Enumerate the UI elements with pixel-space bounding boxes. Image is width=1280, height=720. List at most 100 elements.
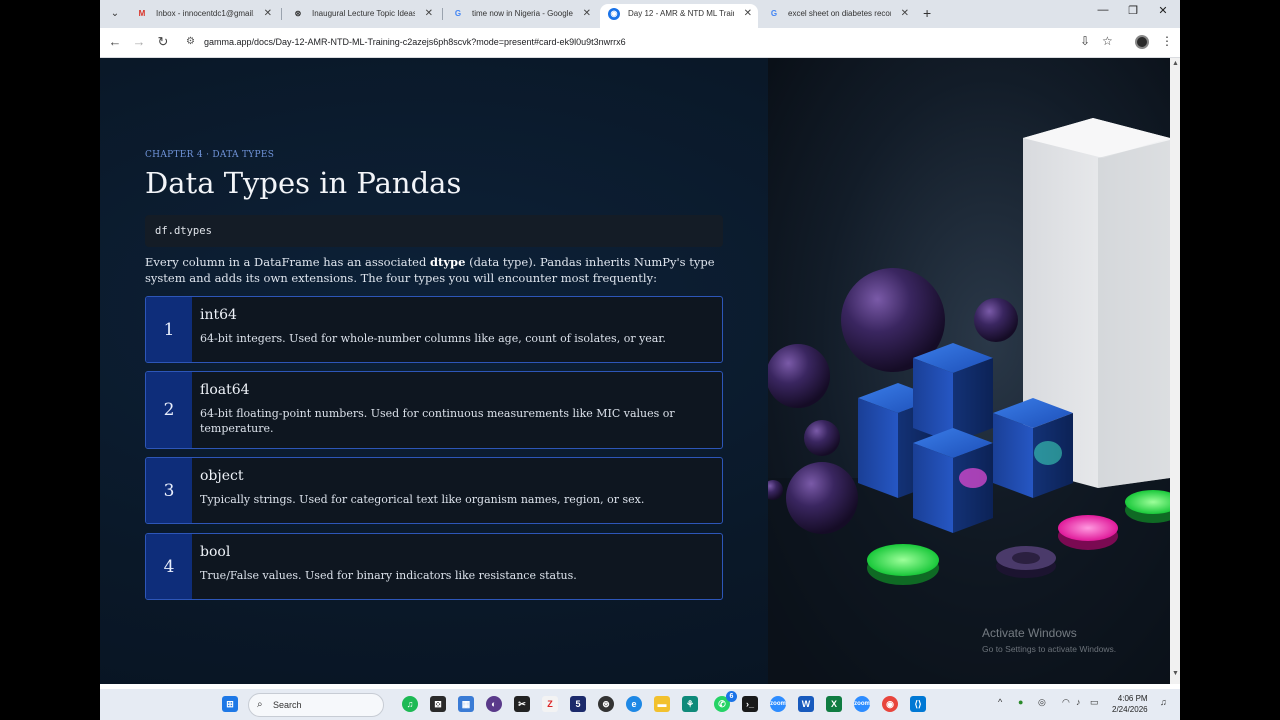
close-icon[interactable]: ✕ — [583, 4, 591, 24]
slide-title: Data Types in Pandas — [145, 166, 462, 200]
intro-paragraph: Every column in a DataFrame has an assoc… — [145, 255, 725, 286]
browser-window: ⌄ M Inbox - innocentdc1@gmail.com ✕ ⊛ In… — [100, 0, 1180, 720]
volume-icon[interactable]: ♪ — [1076, 697, 1081, 707]
battery-icon[interactable]: ▭ — [1090, 697, 1099, 708]
dtype-card-bool: 4 bool True/False values. Used for binar… — [145, 533, 723, 600]
chrome-icon[interactable]: ◉ — [882, 696, 898, 712]
tab-title: Day 12 - AMR & NTD ML Training — [628, 9, 734, 18]
address-bar[interactable]: ⚙ gamma.app/docs/Day-12-AMR-NTD-ML-Train… — [182, 31, 1082, 53]
bookmark-star-icon[interactable]: ☆ — [1102, 34, 1113, 48]
terminal-icon[interactable]: ›_ — [742, 696, 758, 712]
tab-excel-diabetes[interactable]: G excel sheet on diabetes record ✕ — [760, 4, 915, 28]
card-description: 64-bit integers. Used for whole-number c… — [200, 332, 666, 345]
scroll-up-icon[interactable]: ▲ — [1172, 60, 1179, 67]
forward-button[interactable]: → — [130, 34, 148, 49]
card-title: float64 — [200, 382, 250, 398]
minimize-button[interactable]: — — [1088, 4, 1118, 16]
zoom-icon[interactable]: zoom — [770, 696, 786, 712]
search-icon: ⌕ — [257, 699, 263, 710]
card-title: int64 — [200, 307, 237, 323]
card-description: Typically strings. Used for categorical … — [200, 493, 645, 506]
close-window-button[interactable]: ✕ — [1148, 4, 1178, 17]
security-icon[interactable]: ● — [1018, 697, 1023, 707]
scroll-down-icon[interactable]: ▼ — [1172, 670, 1179, 677]
profile-avatar[interactable] — [1135, 35, 1149, 49]
start-icon[interactable]: ⊞ — [222, 696, 238, 712]
card-description: True/False values. Used for binary indic… — [200, 569, 577, 582]
tab-strip: ⌄ M Inbox - innocentdc1@gmail.com ✕ ⊛ In… — [100, 0, 1180, 28]
whatsapp-badge: 6 — [726, 691, 737, 702]
clock-time: 4:06 PM — [1117, 694, 1148, 703]
app-network-icon[interactable]: ⚘ — [682, 696, 698, 712]
vscode-icon[interactable]: ⟨⟩ — [910, 696, 926, 712]
card-number: 4 — [146, 534, 192, 599]
dtype-card-float64: 2 float64 64-bit floating-point numbers.… — [145, 371, 723, 449]
clock-date: 2/24/2026 — [1112, 705, 1148, 714]
dtype-card-object: 3 object Typically strings. Used for cat… — [145, 457, 723, 524]
tab-title: Inbox - innocentdc1@gmail.com — [156, 9, 254, 18]
search-placeholder: Search — [273, 700, 302, 710]
tab-gmail[interactable]: M Inbox - innocentdc1@gmail.com ✕ — [128, 4, 278, 28]
app-z-icon[interactable]: Z — [542, 696, 558, 712]
tab-title: time now in Nigeria - Google Search — [472, 9, 573, 18]
activate-windows-subtext: Go to Settings to activate Windows. — [982, 644, 1117, 654]
tab-title: Inaugural Lecture Topic Ideas — [312, 9, 415, 18]
page-scrollbar[interactable]: ▲ ▼ — [1170, 58, 1180, 684]
spotify-icon[interactable]: ♫ — [402, 696, 418, 712]
chapter-label: CHAPTER 4 · DATA TYPES — [145, 150, 275, 160]
github-icon[interactable]: ◐ — [486, 696, 502, 712]
intro-text-start: Every column in a DataFrame has an assoc… — [145, 255, 431, 269]
taskbar-search[interactable]: ⌕ Search — [248, 693, 384, 717]
reload-button[interactable]: ↻ — [154, 34, 172, 50]
app-tray-icon[interactable]: ◎ — [1038, 697, 1046, 708]
tab-inaugural[interactable]: ⊛ Inaugural Lecture Topic Ideas ✕ — [284, 4, 439, 28]
system-clock[interactable]: 4:06 PM 2/24/2026 — [1112, 693, 1148, 715]
card-title: object — [200, 468, 244, 484]
site-info-icon[interactable]: ⚙ — [186, 31, 195, 53]
card-number: 3 — [146, 458, 192, 523]
dtype-card-int64: 1 int64 64-bit integers. Used for whole-… — [145, 296, 723, 363]
chatgpt-icon[interactable]: ⊛ — [598, 696, 614, 712]
url-text: gamma.app/docs/Day-12-AMR-NTD-ML-Trainin… — [204, 37, 626, 47]
notification-bell-icon[interactable]: ♫ — [1160, 697, 1167, 707]
zoom-icon[interactable]: zoom — [854, 696, 870, 712]
capcut-icon[interactable]: ✂ — [514, 696, 530, 712]
chatgpt-icon: ⊛ — [294, 9, 302, 18]
close-icon[interactable]: ✕ — [744, 4, 752, 24]
new-tab-button[interactable]: + — [923, 5, 931, 21]
back-button[interactable]: ← — [106, 34, 124, 49]
close-icon[interactable]: ✕ — [901, 4, 909, 24]
card-description: 64-bit floating-point numbers. Used for … — [200, 407, 675, 435]
close-icon[interactable]: ✕ — [425, 4, 433, 24]
tab-day12[interactable]: ◉ Day 12 - AMR & NTD ML Training ✕ — [600, 4, 758, 28]
install-app-icon[interactable]: ⇩ — [1080, 34, 1090, 48]
app-grid-icon[interactable]: ▦ — [458, 696, 474, 712]
data-blocks-illustration — [768, 58, 1170, 684]
card-title: bool — [200, 544, 231, 560]
presentation-slide: CHAPTER 4 · DATA TYPES Data Types in Pan… — [100, 58, 1170, 684]
google-icon: G — [454, 9, 462, 18]
chrome-icon: ◉ — [608, 8, 620, 20]
word-icon[interactable]: W — [798, 696, 814, 712]
tab-separator — [442, 8, 443, 20]
code-text: df.dtypes — [155, 225, 212, 237]
tray-overflow-icon[interactable]: ^ — [998, 697, 1002, 707]
google-icon: G — [770, 9, 778, 18]
wifi-icon[interactable]: ◠ — [1062, 697, 1070, 708]
maximize-button[interactable]: ❐ — [1118, 4, 1148, 17]
tab-search-button[interactable]: ⌄ — [106, 5, 124, 23]
card-number: 2 — [146, 372, 192, 448]
gmail-icon: M — [138, 9, 146, 18]
edge-icon[interactable]: e — [626, 696, 642, 712]
windows-taskbar: ⊞ ⌕ Search ♫ ⊠ ▦ ◐ ✂ Z 5 ⊛ e ▬ ⚘ ✆ 6 ›_ … — [100, 689, 1180, 720]
address-toolbar: ← → ↻ ⚙ gamma.app/docs/Day-12-AMR-NTD-ML… — [100, 28, 1180, 58]
excel-icon[interactable]: X — [826, 696, 842, 712]
tab-title: excel sheet on diabetes record — [788, 9, 891, 18]
menu-kebab-icon[interactable]: ⋮ — [1161, 34, 1173, 48]
activate-windows-watermark: Activate Windows — [982, 626, 1077, 640]
file-explorer-icon[interactable]: ▬ — [654, 696, 670, 712]
app-icon[interactable]: ⊠ — [430, 696, 446, 712]
app-five-icon[interactable]: 5 — [570, 696, 586, 712]
tab-time-nigeria[interactable]: G time now in Nigeria - Google Search ✕ — [444, 4, 597, 28]
close-icon[interactable]: ✕ — [264, 4, 272, 24]
